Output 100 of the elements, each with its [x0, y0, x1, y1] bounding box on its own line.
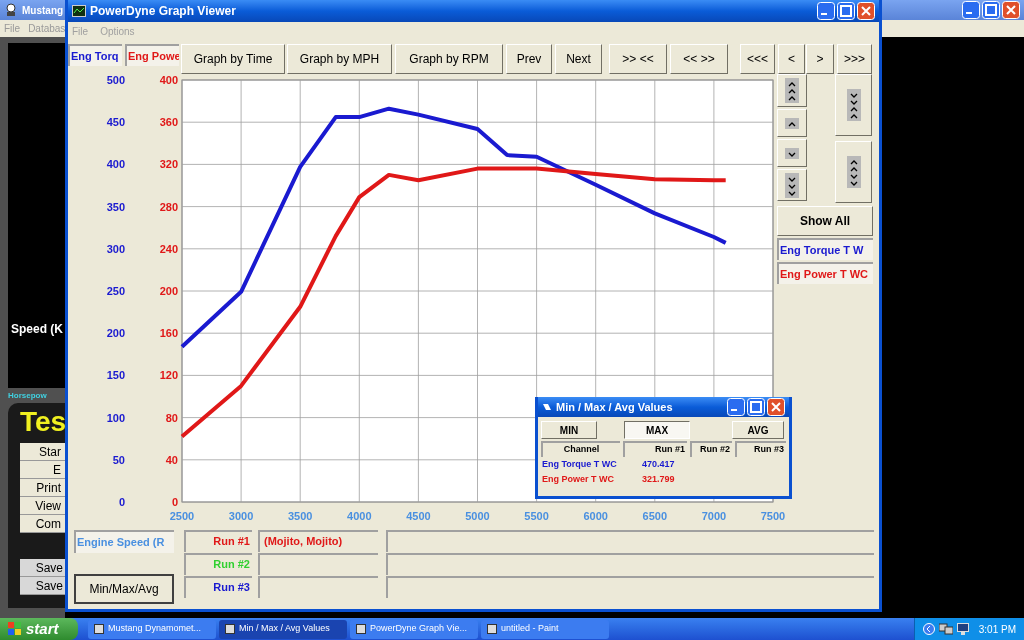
scroll-bottom-button[interactable] [777, 169, 807, 201]
triple-chevron-down-icon [785, 172, 799, 198]
taskbar-item[interactable]: Min / Max / Avg Values [219, 619, 347, 639]
toolbar-button[interactable]: Graph by Time [181, 44, 285, 74]
toolbar-button[interactable]: Graph by MPH [287, 44, 392, 74]
triple-chevron-up-icon [785, 78, 799, 103]
app-icon [4, 3, 18, 17]
app-icon [487, 624, 497, 634]
scroll-top-button[interactable] [777, 74, 807, 107]
minimize-button[interactable] [962, 1, 980, 19]
toolbar-button[interactable]: > [806, 44, 834, 74]
x-tick-label: 6000 [583, 510, 608, 522]
column-header: Run #1 [623, 441, 687, 457]
y-tick-label: 500 [106, 74, 125, 86]
window-icon [542, 402, 552, 412]
y-tick-label: 400 [159, 74, 178, 86]
toolbar-button[interactable]: <<< [740, 44, 775, 74]
y-tick-label: 0 [171, 496, 178, 508]
y-tick-label: 40 [165, 453, 178, 466]
mode-button[interactable]: AVG [732, 421, 784, 439]
maximize-button[interactable] [837, 2, 855, 20]
taskbar-item[interactable]: PowerDyne Graph Vie... [350, 619, 478, 639]
close-button[interactable] [857, 2, 875, 20]
y-tick-label: 150 [106, 369, 125, 382]
y-tick-label: 0 [118, 496, 125, 508]
minimize-button[interactable] [817, 2, 835, 20]
zoom-in-button[interactable] [835, 74, 872, 136]
chevrons-diverge-icon [846, 156, 861, 188]
panel-button[interactable]: E [20, 461, 65, 479]
close-button[interactable] [767, 398, 785, 416]
test-title: Tes [20, 405, 65, 439]
legend-item: Eng Power T WC [777, 262, 873, 284]
network-icon [939, 623, 953, 635]
column-header: Run #2 [690, 441, 732, 457]
window-title: PowerDyne Graph Viewer [90, 3, 236, 20]
value-cell-text: 470.417 [642, 457, 675, 471]
y-tick-label: 400 [106, 158, 125, 171]
y-tick-label: 300 [106, 242, 125, 255]
value-cell-text: 321.799 [642, 472, 675, 486]
chevron-up-icon [785, 117, 799, 129]
close-button[interactable] [1002, 1, 1020, 19]
maximize-button[interactable] [747, 398, 765, 416]
run-label: Run #1 [184, 530, 252, 552]
run-label: Run #2 [184, 553, 252, 575]
y-tick-label: 280 [159, 200, 178, 213]
run-label: Run #3 [184, 576, 252, 598]
scroll-up-button[interactable] [777, 109, 807, 137]
windows-logo-icon [8, 622, 22, 636]
column-header: Run #3 [735, 441, 786, 457]
toolbar-button[interactable]: << >> [670, 44, 728, 74]
save-button[interactable]: Save [20, 559, 65, 577]
app-icon [356, 624, 366, 634]
zoom-out-button[interactable] [835, 141, 872, 203]
horsepower-label: Horsepow [8, 390, 48, 402]
channel-cell-text: Eng Power T WC [542, 472, 615, 486]
toolbar-button[interactable]: < [778, 44, 805, 74]
app-icon [94, 624, 104, 634]
mode-button[interactable]: MIN [541, 421, 597, 439]
x-tick-label: 3000 [228, 510, 254, 522]
x-tick-label: 4500 [406, 510, 431, 522]
y-tick-label: 320 [159, 158, 178, 171]
x-channel-field: Engine Speed (R [74, 530, 174, 553]
mode-button[interactable]: MAX [624, 421, 690, 439]
minimize-button[interactable] [727, 398, 745, 416]
graph-icon [72, 5, 86, 17]
clock: 3:01 PM [978, 622, 1016, 637]
panel-button[interactable]: Com [20, 515, 65, 533]
toolbar-button[interactable]: Prev [506, 44, 552, 74]
toolbar-button[interactable]: >> << [609, 44, 667, 74]
y-tick-label: 200 [159, 285, 178, 297]
taskbar-item[interactable]: Mustang Dynamomet... [88, 619, 216, 639]
y-tick-label: 160 [159, 327, 178, 340]
taskbar-item[interactable]: untitled - Paint [481, 619, 609, 639]
x-tick-label: 5500 [524, 510, 549, 522]
window-title: Min / Max / Avg Values [556, 399, 673, 415]
x-tick-label: 5000 [465, 510, 490, 522]
speed-label: Speed (K [10, 321, 63, 338]
legend-item: Eng Torque T W [777, 238, 873, 260]
min-max-avg-button[interactable]: Min/Max/Avg [74, 574, 174, 604]
maximize-button[interactable] [982, 1, 1000, 19]
toolbar-button[interactable]: >>> [837, 44, 872, 74]
monitor-icon [957, 623, 969, 635]
toolbar-button[interactable]: Graph by RPM [395, 44, 503, 74]
chevrons-converge-icon [846, 89, 861, 121]
x-tick-label: 3500 [287, 510, 313, 522]
show-all-button[interactable]: Show All [777, 206, 873, 236]
toolbar-button[interactable]: Next [555, 44, 602, 74]
panel-button[interactable]: View [20, 497, 65, 515]
chevron-down-icon [785, 147, 799, 159]
panel-button[interactable]: Star [20, 443, 65, 461]
chevron-left-icon [923, 623, 935, 635]
y-tick-label: 80 [165, 411, 178, 424]
y-tick-label: 250 [106, 285, 125, 297]
y-tick-label: 450 [106, 116, 125, 129]
window-title: Mustang [22, 3, 64, 18]
panel-button[interactable]: Print [20, 479, 65, 497]
scroll-down-button[interactable] [777, 139, 807, 167]
save-button[interactable]: Save [20, 577, 65, 595]
x-tick-label: 6500 [642, 510, 668, 522]
y-tick-label: 240 [159, 242, 178, 255]
